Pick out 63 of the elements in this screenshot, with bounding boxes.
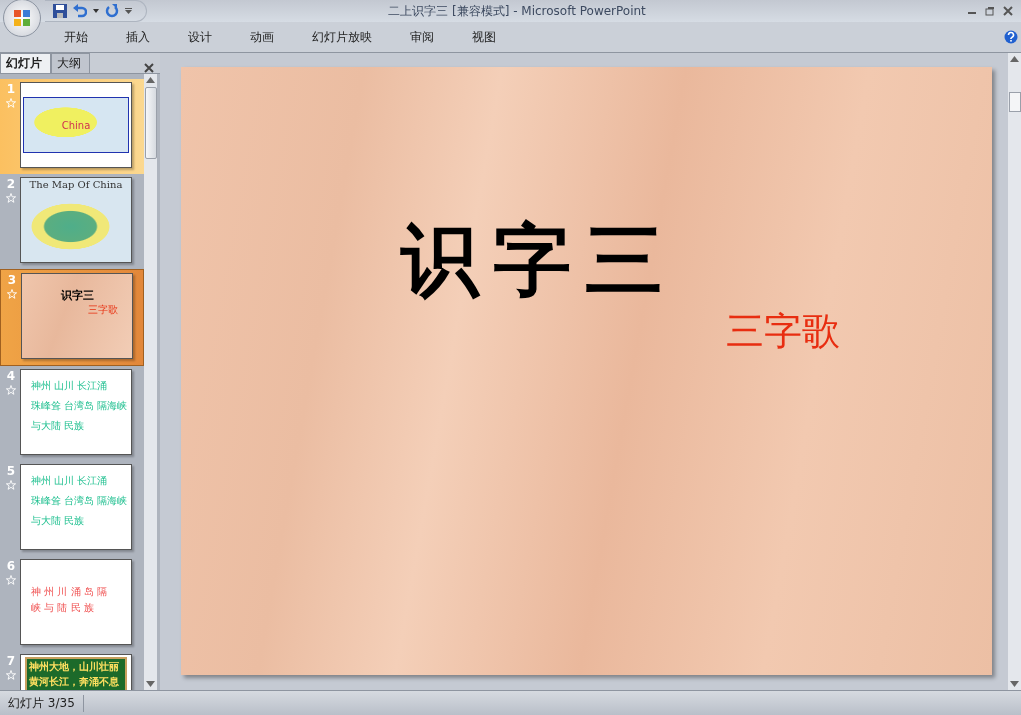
dropdown-caret-icon[interactable]	[93, 9, 99, 13]
scroll-up-icon[interactable]	[1010, 56, 1019, 62]
thumbnail-text: The Map Of China	[21, 178, 131, 191]
ribbon-tab[interactable]: 设计	[174, 25, 226, 49]
redo-icon[interactable]	[105, 4, 119, 18]
slide-title: 识字三	[401, 214, 678, 307]
customize-caret-icon[interactable]	[125, 8, 132, 14]
map-label: China	[61, 119, 91, 131]
status-text: 幻灯片 3/35	[0, 695, 84, 712]
ribbon-tab[interactable]: 视图	[458, 25, 510, 49]
star-icon	[6, 575, 16, 585]
thumbnail-text: 神州 山川 长江涌	[31, 475, 109, 487]
save-icon[interactable]	[53, 4, 67, 18]
slide-number: 2	[6, 177, 16, 191]
ribbon-tab[interactable]: 审阅	[396, 25, 448, 49]
thumbnail-text: 与大陆 民族	[31, 515, 86, 527]
slide-thumbnail-row[interactable]: 2 The Map Of China	[0, 174, 144, 269]
ribbon-tab[interactable]: 插入	[112, 25, 164, 49]
scroll-down-icon[interactable]	[146, 681, 155, 687]
thumbnail-text: 识字三	[60, 288, 94, 303]
slide-thumbnail-row[interactable]: 3 识字三 三字歌	[0, 269, 144, 366]
undo-icon[interactable]	[73, 4, 87, 18]
help-icon[interactable]	[1004, 30, 1018, 44]
star-icon	[6, 480, 16, 490]
ribbon-tab[interactable]: 幻灯片放映	[298, 25, 386, 49]
close-icon[interactable]	[144, 63, 154, 73]
star-icon	[7, 289, 17, 299]
thumbnail-text: 珠峰耸 台湾岛 隔海峡	[31, 495, 129, 507]
thumbnail-text: 珠峰耸 台湾岛 隔海峡	[31, 400, 129, 412]
thumbnail-text: 神州 山川 长江涌	[31, 380, 109, 392]
thumbnail-text: 与大陆 民族	[31, 420, 86, 432]
thumbnail-text: 神 州 川 涌 岛 隔	[31, 586, 108, 598]
slide-thumbnail-row[interactable]: 7 神州大地，山川壮丽 黄河长江，奔涌不息	[0, 651, 144, 690]
scroll-up-icon[interactable]	[146, 77, 155, 83]
scrollbar-thumb[interactable]	[1008, 92, 1021, 112]
pane-tab[interactable]: 幻灯片	[0, 53, 51, 73]
ribbon-tab[interactable]: 动画	[236, 25, 288, 49]
pane-tab[interactable]: 大纲	[51, 53, 90, 73]
slide-number: 6	[6, 559, 16, 573]
slide-thumbnail-row[interactable]: 6 神 州 川 涌 岛 隔 峡 与 陆 民 族	[0, 556, 144, 651]
slide-number: 5	[6, 464, 16, 478]
scrollbar-thumb[interactable]	[144, 87, 157, 159]
slide-number: 7	[6, 654, 16, 668]
star-icon	[6, 385, 16, 395]
thumbnail-text: 黄河长江，奔涌不息	[29, 676, 120, 688]
slide-subtitle: 三字歌	[726, 308, 841, 354]
thumbnail-text: 三字歌	[88, 303, 118, 317]
scrollbar[interactable]	[1008, 53, 1021, 690]
slide-number: 4	[6, 369, 16, 383]
slide-number: 1	[6, 82, 16, 96]
window-title: 二上识字三 [兼容模式] - Microsoft PowerPoint	[387, 2, 647, 20]
thumbnail-text: 神州大地，山川壮丽	[29, 661, 120, 673]
close-icon[interactable]	[1003, 6, 1013, 16]
scrollbar[interactable]	[144, 74, 157, 690]
scroll-down-icon[interactable]	[1010, 681, 1019, 687]
slide-thumbnail-row[interactable]: 1 China	[0, 79, 144, 174]
thumbnail-text: 峡 与 陆 民 族	[31, 602, 95, 614]
restore-icon[interactable]	[985, 6, 995, 16]
ribbon-tab[interactable]: 开始	[50, 25, 102, 49]
star-icon	[6, 98, 16, 108]
slide-number: 3	[7, 273, 17, 287]
star-icon	[6, 670, 16, 680]
star-icon	[6, 193, 16, 203]
